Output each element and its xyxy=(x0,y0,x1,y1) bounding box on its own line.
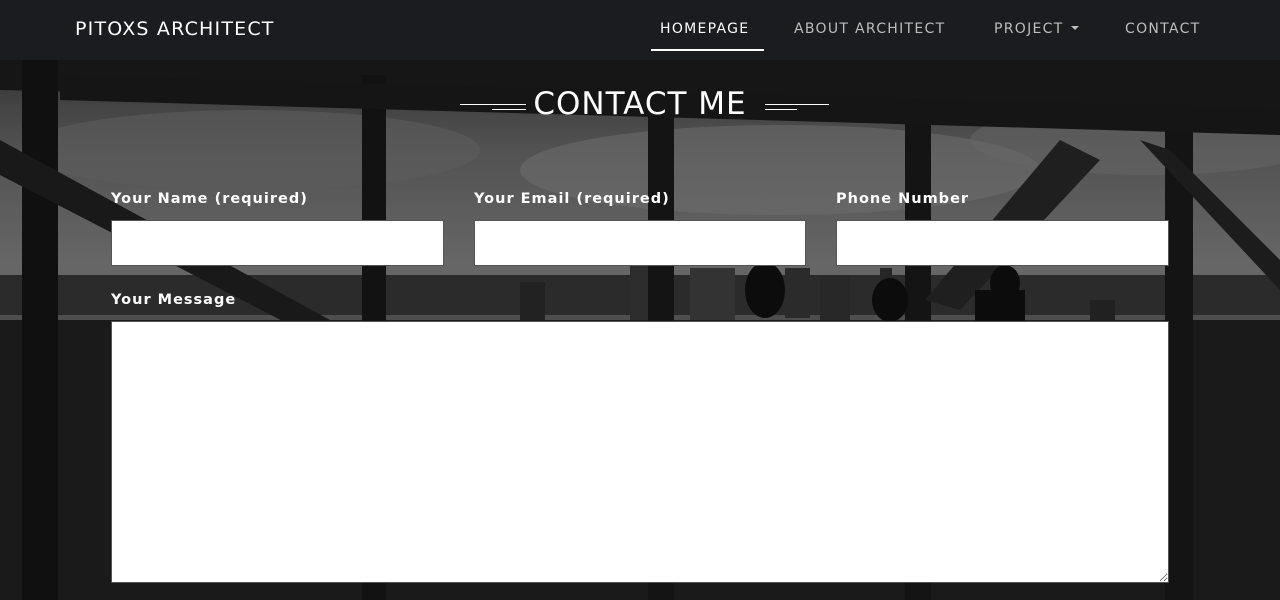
nav-project[interactable]: PROJECT xyxy=(994,21,1079,37)
message-label: Your Message xyxy=(111,292,237,308)
email-input[interactable] xyxy=(474,220,806,266)
nav-contact[interactable]: CONTACT xyxy=(1125,21,1201,37)
contact-heading: CONTACT ME xyxy=(533,86,747,122)
nav-about-architect[interactable]: ABOUT ARCHITECT xyxy=(794,21,945,37)
active-nav-indicator xyxy=(651,49,764,51)
name-input[interactable] xyxy=(111,220,444,266)
phone-input[interactable] xyxy=(836,220,1169,266)
name-label: Your Name (required) xyxy=(111,191,308,207)
phone-label: Phone Number xyxy=(836,191,970,207)
nav-homepage[interactable]: HOMEPAGE xyxy=(660,21,749,37)
nav-project-label: PROJECT xyxy=(994,21,1064,37)
brand-logo[interactable]: PITOXS ARCHITECT xyxy=(75,18,275,40)
email-label: Your Email (required) xyxy=(474,191,670,207)
top-navbar: PITOXS ARCHITECT HOMEPAGE ABOUT ARCHITEC… xyxy=(0,0,1280,60)
message-textarea[interactable] xyxy=(111,321,1169,583)
chevron-down-icon xyxy=(1070,26,1079,30)
